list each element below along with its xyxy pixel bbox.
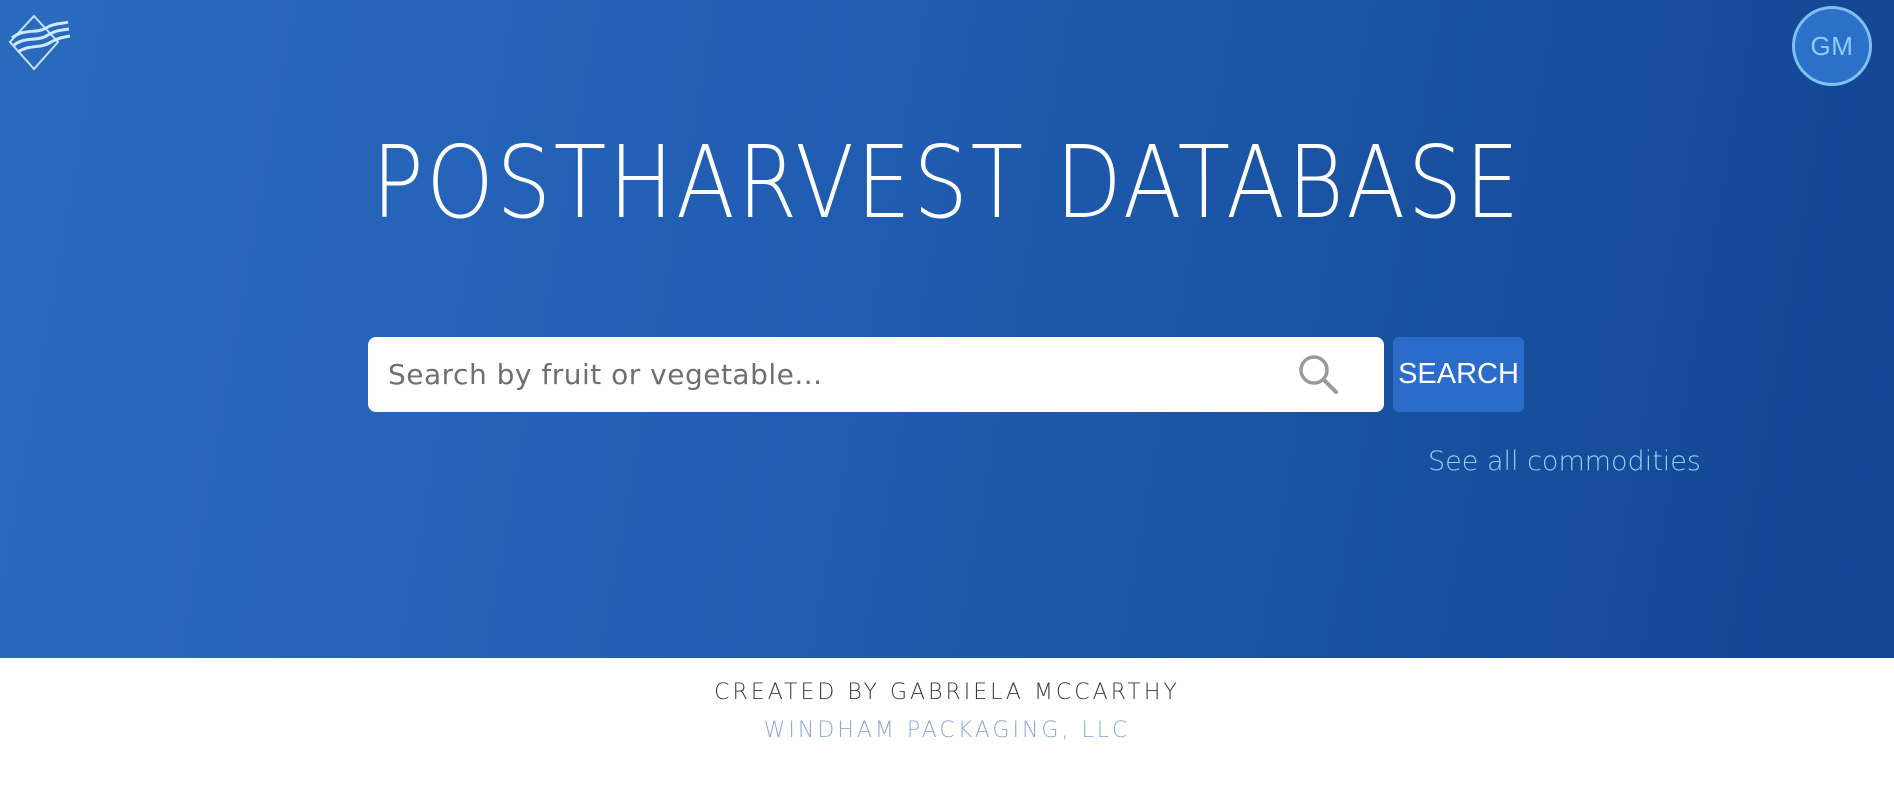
- hero-banner: GM POSTHARVEST DATABASE SEARCH See all c…: [0, 0, 1894, 658]
- footer-company-link[interactable]: WINDHAM PACKAGING, LLC: [0, 718, 1894, 743]
- user-avatar[interactable]: GM: [1792, 6, 1872, 86]
- search-icon[interactable]: [1296, 352, 1342, 398]
- footer-credit: CREATED BY GABRIELA MCCARTHY: [714, 680, 1180, 705]
- search-button[interactable]: SEARCH: [1393, 337, 1524, 412]
- page-title: POSTHARVEST DATABASE: [371, 124, 1522, 241]
- search-box: [368, 337, 1384, 412]
- see-all-commodities-link[interactable]: See all commodities: [1428, 446, 1701, 477]
- wave-diamond-logo-icon[interactable]: [8, 12, 72, 74]
- footer: CREATED BY GABRIELA MCCARTHY WINDHAM PAC…: [0, 658, 1894, 807]
- search-input[interactable]: [386, 337, 1266, 412]
